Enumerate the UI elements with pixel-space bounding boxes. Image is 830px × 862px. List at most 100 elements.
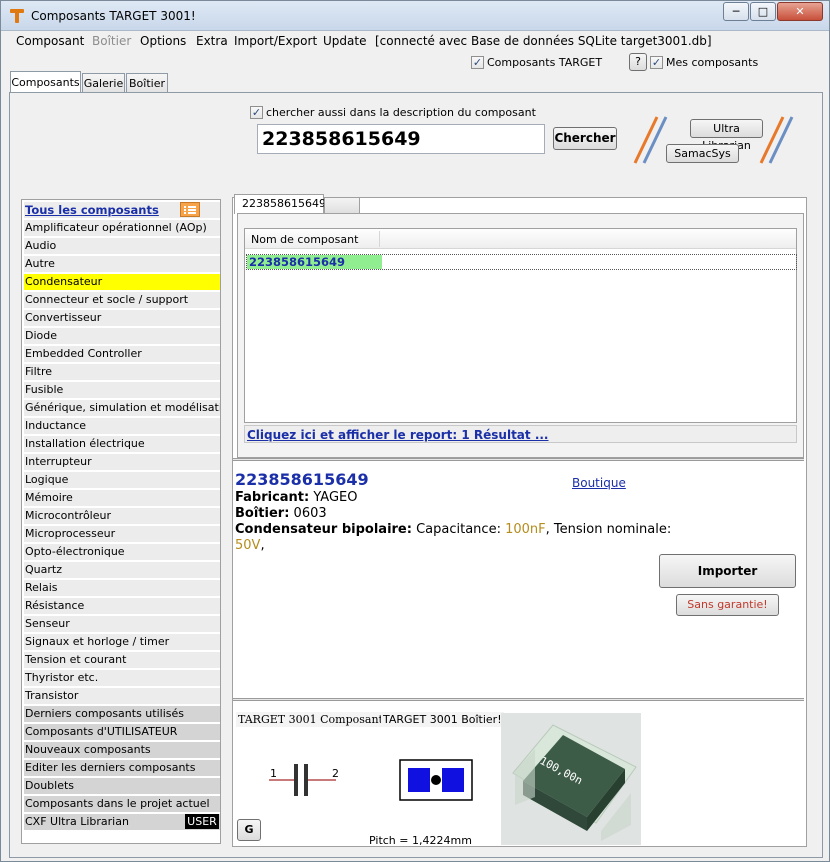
my-components-checkbox[interactable]: ✓ [650, 56, 663, 69]
no-warranty-button[interactable]: Sans garantie! [676, 594, 779, 616]
category-item[interactable]: Logique [24, 472, 220, 488]
category-item[interactable]: Mémoire [24, 490, 220, 506]
menu-bar: Composant Boîtier Options Extra Import/E… [9, 32, 823, 51]
category-item[interactable]: Transistor [24, 688, 220, 704]
category-item[interactable]: Quartz [24, 562, 220, 578]
title-bar: Composants TARGET 3001! ─ □ ✕ [1, 1, 829, 31]
footprint-icon [399, 759, 473, 801]
category-item[interactable]: Fusible [24, 382, 220, 398]
close-button[interactable]: ✕ [777, 2, 823, 21]
manufacturer-value: YAGEO [313, 490, 358, 505]
chip-3d-icon: 100,00n [501, 713, 641, 845]
menu-update[interactable]: Update [323, 34, 366, 48]
package-label: Boîtier: [235, 506, 290, 521]
tab-composants[interactable]: Composants [10, 71, 81, 92]
category-item[interactable]: Microcontrôleur [24, 508, 220, 524]
pin-1-label: 1 [270, 767, 277, 780]
category-item[interactable]: Résistance [24, 598, 220, 614]
report-bar: Cliquez ici et afficher le report: 1 Rés… [244, 425, 797, 443]
special-category-item[interactable]: Nouveaux composants [24, 742, 220, 758]
tab-boitier[interactable]: Boîtier [126, 73, 168, 93]
result-tab-empty[interactable] [324, 197, 360, 214]
category-item[interactable]: Connecteur et socle / support [24, 292, 220, 308]
special-category-item[interactable]: Composants d'UTILISATEUR [24, 724, 220, 740]
menu-import-export[interactable]: Import/Export [234, 34, 317, 48]
tab-galerie[interactable]: Galerie [82, 73, 125, 93]
menu-composant[interactable]: Composant [16, 34, 84, 48]
column-header-name[interactable]: Nom de composant [251, 233, 358, 246]
capacitance-value: 100nF [505, 522, 546, 537]
manufacturer-label: Fabricant: [235, 490, 310, 505]
search-description-checkbox[interactable]: ✓ [250, 106, 263, 119]
capacitance-label: Capacitance: [416, 522, 501, 537]
category-item[interactable]: Filtre [24, 364, 220, 380]
g-button[interactable]: G [237, 819, 261, 841]
category-item[interactable]: Relais [24, 580, 220, 596]
column-divider [379, 231, 380, 247]
report-link[interactable]: Cliquez ici et afficher le report: 1 Rés… [247, 428, 549, 442]
category-item[interactable]: Microprocesseur [24, 526, 220, 542]
package-preview-label: TARGET 3001 Boîtier! [381, 712, 504, 727]
window-title: Composants TARGET 3001! [31, 9, 196, 23]
voltage-separator: , [260, 538, 265, 553]
components-target-checkbox[interactable]: ✓ [471, 56, 484, 69]
menu-extra[interactable]: Extra [196, 34, 228, 48]
import-component-button[interactable]: Importer composant [659, 554, 796, 610]
category-item[interactable]: Installation électrique [24, 436, 220, 452]
category-item[interactable]: Condensateur [24, 274, 220, 290]
package-value: 0603 [293, 506, 327, 521]
splitter-bottom [233, 698, 804, 701]
app-window: Composants TARGET 3001! ─ □ ✕ Composant … [0, 0, 830, 862]
components-target-label: Composants TARGET [487, 56, 603, 69]
target-app-icon [10, 9, 24, 23]
search-button[interactable]: Chercher [553, 127, 617, 150]
category-header-label: Tous les composants [25, 203, 159, 217]
category-item[interactable]: Convertisseur [24, 310, 220, 326]
category-item[interactable]: Tension et courant [24, 652, 220, 668]
my-components-label: Mes composants [666, 56, 759, 69]
special-category-item[interactable]: Doublets [24, 778, 220, 794]
category-item[interactable]: Thyristor etc. [24, 670, 220, 686]
search-input[interactable]: 223858615649 [257, 124, 545, 154]
samacsys-button[interactable]: SamacSys [666, 144, 739, 163]
category-item[interactable]: Diode [24, 328, 220, 344]
voltage-label: , Tension nominale: [545, 522, 672, 537]
category-item[interactable]: Signaux et horloge / timer [24, 634, 220, 650]
category-list: Tous les composants Amplificateur opérat… [21, 199, 221, 844]
category-item[interactable]: Inductance [24, 418, 220, 434]
results-table: Nom de composant 223858615649 [244, 228, 797, 423]
shop-link[interactable]: Boutique [572, 476, 626, 490]
detail-title: 223858615649 [235, 470, 369, 489]
category-item[interactable]: Autre [24, 256, 220, 272]
list-view-icon[interactable] [180, 202, 200, 217]
special-category-item[interactable]: Composants dans le projet actuel [24, 796, 220, 812]
user-badge: USER [185, 814, 219, 829]
minimize-button[interactable]: ─ [723, 2, 749, 21]
category-item[interactable]: Amplificateur opérationnel (AOp) [24, 220, 220, 236]
table-row[interactable]: 223858615649 [246, 254, 797, 270]
menu-options[interactable]: Options [140, 34, 186, 48]
voltage-value: 50V [235, 538, 261, 553]
category-item[interactable]: Interrupteur [24, 454, 220, 470]
component-preview-label: TARGET 3001 Composant [236, 712, 385, 727]
maximize-button[interactable]: □ [750, 2, 776, 21]
category-item[interactable]: Senseur [24, 616, 220, 632]
menu-boitier[interactable]: Boîtier [92, 34, 131, 48]
category-item[interactable]: Audio [24, 238, 220, 254]
pin-2-label: 2 [332, 767, 339, 780]
splitter-top [233, 458, 804, 461]
ultra-librarian-button[interactable]: Ultra Librarian [690, 119, 763, 152]
table-row-name: 223858615649 [247, 255, 382, 269]
pitch-label: Pitch = 1,4224mm [369, 834, 472, 847]
help-button[interactable]: ? [629, 53, 647, 71]
category-item[interactable]: Embedded Controller [24, 346, 220, 362]
category-item[interactable]: Générique, simulation et modélisation [24, 400, 220, 416]
result-tab[interactable]: 223858615649 [234, 194, 326, 214]
special-category-item[interactable]: Derniers composants utilisés [24, 706, 220, 722]
special-category-item[interactable]: Editer les derniers composants [24, 760, 220, 776]
search-description-label: chercher aussi dans la description du co… [266, 106, 536, 119]
vendor-stripes-left-icon [633, 116, 668, 164]
db-status-text: [connecté avec Base de données SQLite ta… [375, 34, 712, 48]
category-item[interactable]: Opto-électronique [24, 544, 220, 560]
type-label: Condensateur bipolaire: [235, 522, 412, 537]
